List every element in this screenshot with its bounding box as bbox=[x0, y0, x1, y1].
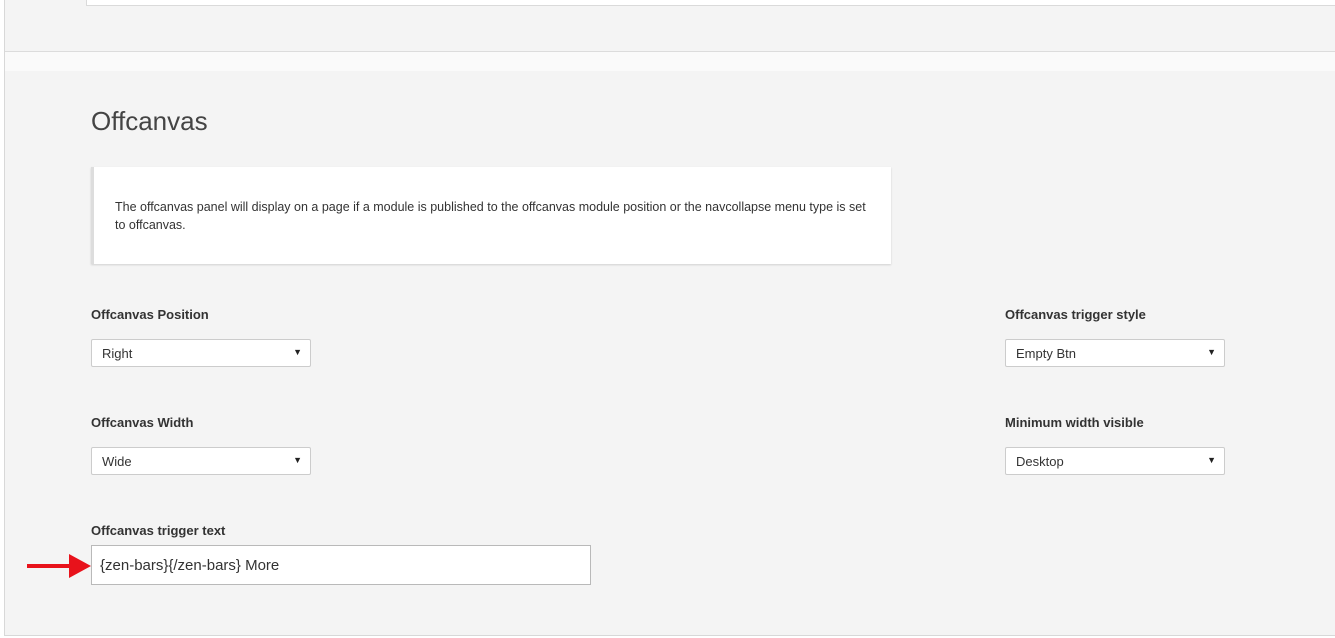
info-box: The offcanvas panel will display on a pa… bbox=[91, 167, 891, 264]
offcanvas-width-label: Offcanvas Width bbox=[91, 415, 194, 430]
offcanvas-trigger-style-value: Empty Btn bbox=[1016, 346, 1076, 361]
chevron-down-icon: ▼ bbox=[1207, 347, 1216, 357]
offcanvas-trigger-style-select[interactable]: Empty Btn ▼ bbox=[1005, 339, 1225, 367]
arrow-right-icon bbox=[27, 554, 91, 578]
offcanvas-position-label: Offcanvas Position bbox=[91, 307, 209, 322]
offcanvas-position-select[interactable]: Right ▼ bbox=[91, 339, 311, 367]
offcanvas-trigger-style-label: Offcanvas trigger style bbox=[1005, 307, 1146, 322]
minimum-width-visible-label: Minimum width visible bbox=[1005, 415, 1144, 430]
offcanvas-width-value: Wide bbox=[102, 454, 132, 469]
chevron-down-icon: ▼ bbox=[1207, 455, 1216, 465]
previous-section-card bbox=[86, 0, 1335, 6]
previous-section bbox=[5, 0, 1335, 52]
offcanvas-trigger-text-input[interactable] bbox=[91, 545, 591, 585]
offcanvas-trigger-text-label: Offcanvas trigger text bbox=[91, 523, 226, 538]
settings-frame: Offcanvas The offcanvas panel will displ… bbox=[4, 0, 1335, 636]
chevron-down-icon: ▼ bbox=[293, 347, 302, 357]
chevron-down-icon: ▼ bbox=[293, 455, 302, 465]
section-title: Offcanvas bbox=[91, 106, 208, 136]
minimum-width-visible-select[interactable]: Desktop ▼ bbox=[1005, 447, 1225, 475]
offcanvas-position-value: Right bbox=[102, 346, 133, 361]
minimum-width-visible-value: Desktop bbox=[1016, 454, 1064, 469]
info-text: The offcanvas panel will display on a pa… bbox=[115, 200, 866, 232]
offcanvas-width-select[interactable]: Wide ▼ bbox=[91, 447, 311, 475]
section-divider bbox=[5, 52, 1335, 71]
